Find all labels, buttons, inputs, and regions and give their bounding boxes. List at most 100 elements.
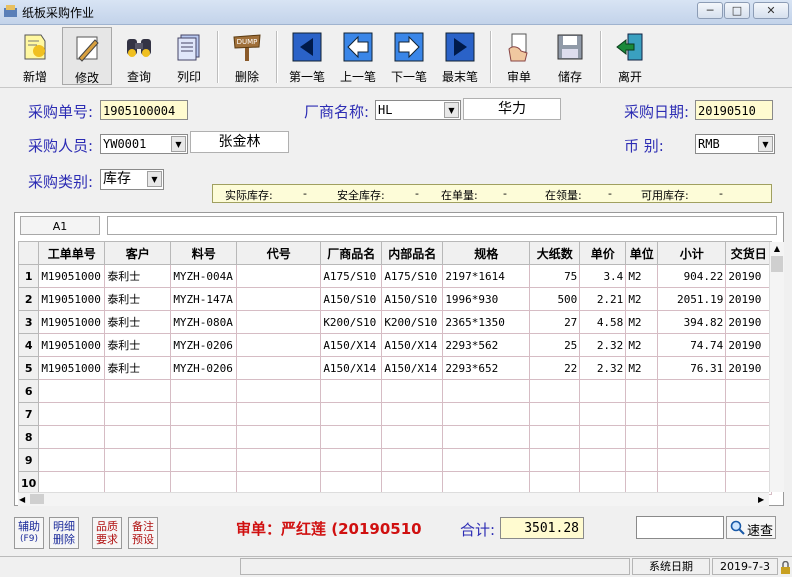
grid-cell[interactable]: MYZH-147A xyxy=(170,287,238,311)
grid-cell[interactable]: M19051000 xyxy=(38,333,106,357)
grid-cell[interactable]: 27 xyxy=(529,310,581,334)
column-header[interactable]: 大纸数 xyxy=(529,241,581,265)
grid-cell[interactable] xyxy=(657,402,727,426)
grid-cell[interactable] xyxy=(320,379,383,403)
grid-cell[interactable]: 20190 xyxy=(725,333,773,357)
grid-cell[interactable] xyxy=(104,402,172,426)
buyer-code-select[interactable]: YW0001 ▼ xyxy=(100,134,188,154)
grid-cell[interactable] xyxy=(381,448,444,472)
grid-cell[interactable]: 2.32 xyxy=(579,333,627,357)
grid-cell[interactable]: 76.31 xyxy=(657,356,727,380)
grid-cell[interactable] xyxy=(625,402,659,426)
grid-cell[interactable]: MYZH-0206 xyxy=(170,356,238,380)
vertical-scrollbar[interactable]: ▲ xyxy=(769,242,784,492)
horizontal-scrollbar[interactable]: ◀ ▶ xyxy=(18,492,769,506)
table-row[interactable]: 9 xyxy=(17,448,773,472)
grid-cell[interactable] xyxy=(625,379,659,403)
grid-cell[interactable] xyxy=(381,379,444,403)
grid-cell[interactable] xyxy=(104,425,172,449)
last-record-button[interactable]: 最末笔 xyxy=(437,27,483,85)
grid-cell[interactable]: 泰利士 xyxy=(104,310,172,334)
next-record-button[interactable]: 下一笔 xyxy=(386,27,432,85)
formula-input[interactable] xyxy=(107,216,777,235)
new-button[interactable]: 新增 xyxy=(12,27,58,85)
audit-button[interactable]: 审单 xyxy=(496,27,542,85)
grid-cell[interactable] xyxy=(236,448,322,472)
grid-cell[interactable] xyxy=(236,356,322,380)
grid-cell[interactable]: 4.58 xyxy=(579,310,627,334)
grid-cell[interactable] xyxy=(236,402,322,426)
table-row[interactable]: 3 M19051000 泰利士 MYZH-080A K200/S10 K200/S10 23… xyxy=(17,310,773,334)
grid-cell[interactable] xyxy=(236,425,322,449)
column-header[interactable]: 工单单号 xyxy=(38,241,106,265)
grid-cell[interactable]: 1996*930 xyxy=(442,287,531,311)
close-button[interactable]: ✕ xyxy=(753,2,789,19)
grid-cell[interactable]: 394.82 xyxy=(657,310,727,334)
minimize-button[interactable]: ─ xyxy=(697,2,723,19)
grid-cell[interactable] xyxy=(236,310,322,334)
quick-search-button[interactable]: 速查 xyxy=(726,516,776,539)
grid-cell[interactable] xyxy=(725,448,773,472)
grid-cell[interactable]: M19051000 xyxy=(38,310,106,334)
grid-cell[interactable]: A175/S10 xyxy=(381,264,444,288)
grid-cell[interactable]: A150/X14 xyxy=(320,356,383,380)
edit-button[interactable]: 修改 xyxy=(62,27,112,85)
grid-cell[interactable]: 3.4 xyxy=(579,264,627,288)
grid-cell[interactable] xyxy=(104,448,172,472)
prev-record-button[interactable]: 上一笔 xyxy=(335,27,381,85)
column-header[interactable]: 交货日 xyxy=(725,241,773,265)
grid-cell[interactable] xyxy=(320,425,383,449)
grid-cell[interactable]: 25 xyxy=(529,333,581,357)
grid-cell[interactable] xyxy=(625,448,659,472)
grid-cell[interactable] xyxy=(104,379,172,403)
grid-cell[interactable]: 泰利士 xyxy=(104,333,172,357)
maximize-button[interactable]: □ xyxy=(724,2,750,19)
grid-cell[interactable] xyxy=(442,402,531,426)
grid-cell[interactable] xyxy=(381,425,444,449)
currency-select[interactable]: RMB ▼ xyxy=(695,134,775,154)
order-no-field[interactable]: 1905100004 xyxy=(100,100,188,120)
scroll-up-icon[interactable]: ▲ xyxy=(771,243,783,255)
detail-delete-button[interactable]: 明细 删除 xyxy=(49,517,79,549)
grid-cell[interactable]: A150/S10 xyxy=(381,287,444,311)
grid-cell[interactable] xyxy=(725,402,773,426)
save-button[interactable]: 储存 xyxy=(547,27,593,85)
quality-requirement-button[interactable]: 品质 要求 xyxy=(92,517,122,549)
grid-cell[interactable] xyxy=(657,448,727,472)
column-header[interactable]: 料号 xyxy=(170,241,238,265)
grid-cell[interactable] xyxy=(725,379,773,403)
grid-cell[interactable]: M2 xyxy=(625,287,659,311)
grid-cell[interactable] xyxy=(725,425,773,449)
grid-cell[interactable] xyxy=(529,425,581,449)
grid-cell[interactable] xyxy=(38,425,106,449)
grid-cell[interactable] xyxy=(320,402,383,426)
grid-cell[interactable]: 2051.19 xyxy=(657,287,727,311)
vendor-code-select[interactable]: HL ▼ xyxy=(375,100,461,120)
grid-cell[interactable] xyxy=(38,402,106,426)
delete-button[interactable]: DUMP 删除 xyxy=(224,27,270,85)
grid-cell[interactable]: MYZH-0206 xyxy=(170,333,238,357)
grid-cell[interactable]: A150/S10 xyxy=(320,287,383,311)
query-button[interactable]: 查询 xyxy=(116,27,162,85)
column-header[interactable]: 内部品名 xyxy=(381,241,444,265)
column-header[interactable]: 代号 xyxy=(236,241,322,265)
column-header[interactable]: 规格 xyxy=(442,241,531,265)
grid-cell[interactable]: M19051000 xyxy=(38,264,106,288)
grid-cell[interactable] xyxy=(579,402,627,426)
grid-cell[interactable]: 2197*1614 xyxy=(442,264,531,288)
grid-cell[interactable] xyxy=(236,379,322,403)
table-row[interactable]: 7 xyxy=(17,402,773,426)
category-select[interactable]: 库存 ▼ xyxy=(100,169,164,190)
grid-cell[interactable]: 泰利士 xyxy=(104,356,172,380)
assist-f9-button[interactable]: 辅助 (F9) xyxy=(14,517,44,549)
grid-cell[interactable] xyxy=(442,448,531,472)
grid-cell[interactable]: A175/S10 xyxy=(320,264,383,288)
grid-cell[interactable] xyxy=(170,379,238,403)
grid-cell[interactable] xyxy=(579,379,627,403)
grid-cell[interactable]: A150/X14 xyxy=(381,333,444,357)
grid-cell[interactable] xyxy=(579,448,627,472)
table-row[interactable]: 6 xyxy=(17,379,773,403)
grid-cell[interactable] xyxy=(625,425,659,449)
grid-cell[interactable] xyxy=(657,379,727,403)
column-header[interactable]: 小计 xyxy=(657,241,727,265)
